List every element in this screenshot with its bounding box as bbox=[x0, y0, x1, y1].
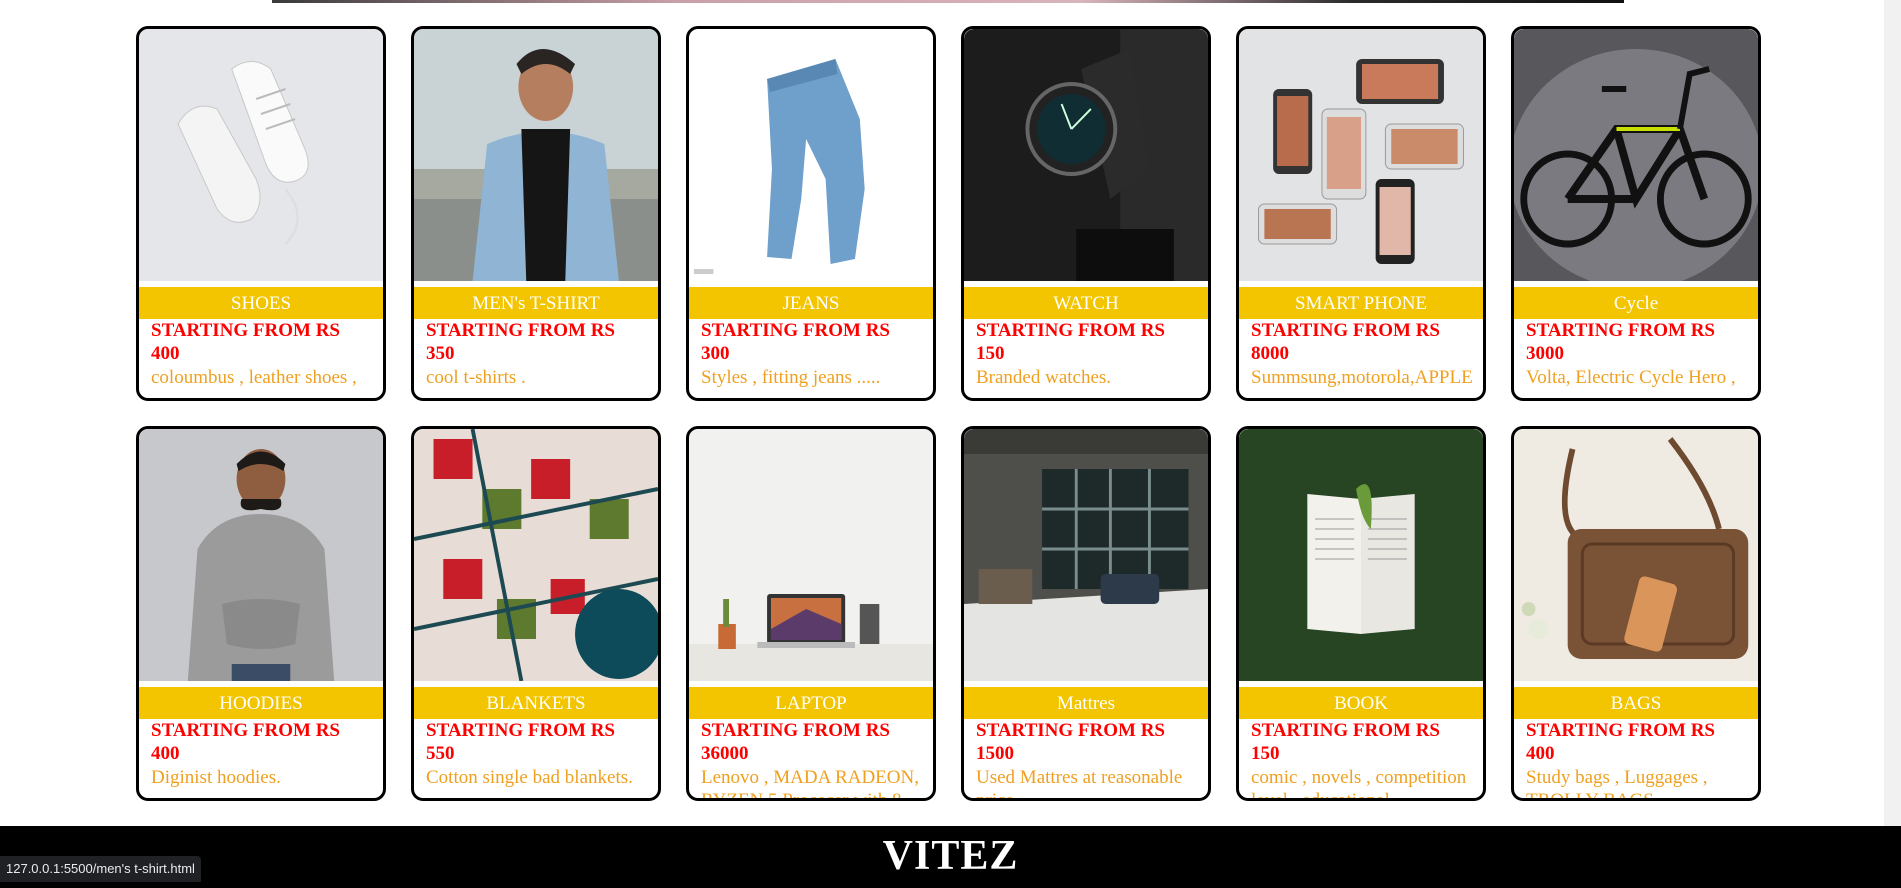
product-grid: SHOES STARTING FROM RS 400 coloumbus , l… bbox=[136, 26, 1761, 801]
product-title: MEN's T-SHIRT bbox=[414, 287, 658, 319]
price-label: STARTING FROM RS bbox=[151, 320, 340, 341]
price-label: STARTING FROM RS bbox=[426, 720, 615, 741]
open-book-image bbox=[1239, 429, 1483, 681]
product-description: Lenovo , MADA RADEON, RYZEN 5 Procecer w… bbox=[701, 767, 919, 801]
top-banner-edge bbox=[272, 0, 1624, 3]
product-title: HOODIES bbox=[139, 687, 383, 719]
price-value: 300 bbox=[701, 343, 730, 364]
product-title: Mattres bbox=[964, 687, 1208, 719]
page-scrollbar[interactable] bbox=[1884, 0, 1901, 826]
product-description: Summsung,motorola,APPLE bbox=[1251, 367, 1473, 388]
product-card-mens-tshirt[interactable]: MEN's T-SHIRT STARTING FROM RS 350 cool … bbox=[411, 26, 661, 401]
price-label: STARTING FROM RS bbox=[151, 720, 340, 741]
product-card-smart-phone[interactable]: SMART PHONE STARTING FROM RS 8000 Summsu… bbox=[1236, 26, 1486, 401]
product-description: Branded watches. bbox=[976, 367, 1112, 388]
product-description: Cotton single bad blankets. bbox=[426, 767, 633, 788]
leather-bag-image bbox=[1514, 429, 1758, 681]
product-description: Styles , fitting jeans ..... bbox=[701, 367, 881, 388]
product-title: Cycle bbox=[1514, 287, 1758, 319]
price-value: 150 bbox=[1251, 743, 1280, 764]
product-card-book[interactable]: BOOK STARTING FROM RS 150 comic , novels… bbox=[1236, 426, 1486, 801]
price-label: STARTING FROM RS bbox=[1526, 320, 1715, 341]
hoodie-image bbox=[139, 429, 383, 681]
price-value: 36000 bbox=[701, 743, 749, 764]
price-value: 8000 bbox=[1251, 343, 1289, 364]
product-card-bags[interactable]: BAGS STARTING FROM RS 400 Study bags , L… bbox=[1511, 426, 1761, 801]
price-value: 400 bbox=[151, 343, 180, 364]
product-description: coloumbus , leather shoes , bbox=[151, 367, 357, 388]
price-label: STARTING FROM RS bbox=[426, 320, 615, 341]
product-card-cycle[interactable]: Cycle STARTING FROM RS 3000 Volta, Elect… bbox=[1511, 26, 1761, 401]
footer: VITEZ bbox=[0, 826, 1901, 888]
product-card-blankets[interactable]: BLANKETS STARTING FROM RS 550 Cotton sin… bbox=[411, 426, 661, 801]
product-card-watch[interactable]: WATCH STARTING FROM RS 150 Branded watch… bbox=[961, 26, 1211, 401]
product-card-jeans[interactable]: JEANS STARTING FROM RS 300 Styles , fitt… bbox=[686, 26, 936, 401]
product-description: comic , novels , competition level , edu… bbox=[1251, 767, 1467, 801]
product-title: BOOK bbox=[1239, 687, 1483, 719]
product-description: Diginist hoodies. bbox=[151, 767, 281, 788]
product-title: SHOES bbox=[139, 287, 383, 319]
price-label: STARTING FROM RS bbox=[976, 720, 1165, 741]
price-label: STARTING FROM RS bbox=[1526, 720, 1715, 741]
product-description: cool t-shirts . bbox=[426, 367, 526, 388]
price-value: 550 bbox=[426, 743, 455, 764]
product-card-hoodies[interactable]: HOODIES STARTING FROM RS 400 Diginist ho… bbox=[136, 426, 386, 801]
price-label: STARTING FROM RS bbox=[1251, 320, 1440, 341]
brand-title: VITEZ bbox=[882, 833, 1019, 879]
product-card-laptop[interactable]: LAPTOP STARTING FROM RS 36000 Lenovo , M… bbox=[686, 426, 936, 801]
product-title: SMART PHONE bbox=[1239, 287, 1483, 319]
jeans-image bbox=[689, 29, 933, 281]
product-title: WATCH bbox=[964, 287, 1208, 319]
smartphones-image bbox=[1239, 29, 1483, 281]
product-description: Volta, Electric Cycle Hero , bbox=[1526, 367, 1736, 388]
price-value: 150 bbox=[976, 343, 1005, 364]
product-title: LAPTOP bbox=[689, 687, 933, 719]
bicycle-image bbox=[1514, 29, 1758, 281]
price-value: 400 bbox=[1526, 743, 1555, 764]
product-title: BLANKETS bbox=[414, 687, 658, 719]
man-denim-jacket-image bbox=[414, 29, 658, 281]
price-value: 3000 bbox=[1526, 343, 1564, 364]
product-title: BAGS bbox=[1514, 687, 1758, 719]
product-title: JEANS bbox=[689, 287, 933, 319]
price-value: 350 bbox=[426, 343, 455, 364]
product-description: Used Mattres at reasonable price bbox=[976, 767, 1183, 801]
shoes-image bbox=[139, 29, 383, 281]
status-bar-url: 127.0.0.1:5500/men's t-shirt.html bbox=[0, 856, 201, 882]
price-label: STARTING FROM RS bbox=[976, 320, 1165, 341]
product-card-mattres[interactable]: Mattres STARTING FROM RS 1500 Used Mattr… bbox=[961, 426, 1211, 801]
laptop-desk-image bbox=[689, 429, 933, 681]
price-label: STARTING FROM RS bbox=[1251, 720, 1440, 741]
crochet-blanket-image bbox=[414, 429, 658, 681]
price-value: 400 bbox=[151, 743, 180, 764]
price-value: 1500 bbox=[976, 743, 1014, 764]
watch-image bbox=[964, 29, 1208, 281]
product-description: Study bags , Luggages , TROLLY BAGS bbox=[1526, 767, 1708, 801]
bedroom-image bbox=[964, 429, 1208, 681]
price-label: STARTING FROM RS bbox=[701, 320, 890, 341]
price-label: STARTING FROM RS bbox=[701, 720, 890, 741]
product-card-shoes[interactable]: SHOES STARTING FROM RS 400 coloumbus , l… bbox=[136, 26, 386, 401]
